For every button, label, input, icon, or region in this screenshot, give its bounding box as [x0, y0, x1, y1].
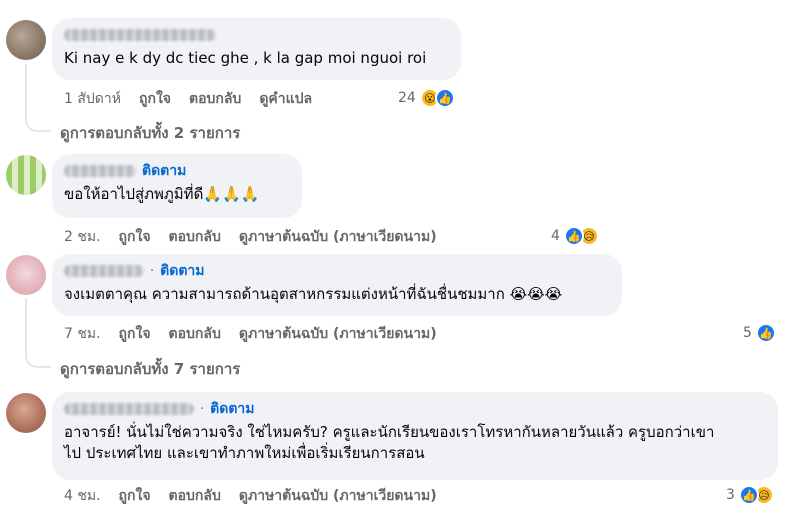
timestamp[interactable]: 7 ชม.	[64, 323, 101, 345]
comment-actions: 7 ชม. ถูกใจ ตอบกลับ ดูภาษาต้นฉบับ (ภาษาเ…	[64, 324, 437, 344]
reply-button[interactable]: ตอบกลับ	[169, 485, 221, 507]
reaction-count: 3	[726, 487, 735, 503]
reaction-summary[interactable]: 5 👍	[743, 322, 776, 344]
author-row: ติดตาม	[64, 162, 290, 180]
follow-link[interactable]: ติดตาม	[142, 160, 186, 182]
comment-text-line-2: ไป ประเทศไทย และเขาทำภาพใหม่เพื่อเริ่มเร…	[64, 444, 425, 462]
avatar[interactable]	[6, 255, 46, 295]
comment-text: จงเมตตาคุณ ความสามารถด้านอุตสาหกรรมแต่งห…	[64, 285, 563, 303]
view-replies-link[interactable]: ดูการตอบกลับทั้ง 2 รายการ	[60, 121, 240, 145]
author-row: · ติดตาม	[64, 262, 610, 280]
view-replies-label: ดูการตอบกลับทั้ง 2 รายการ	[60, 124, 241, 142]
author-row: · ติดตาม	[64, 400, 766, 418]
author-row	[64, 26, 449, 44]
see-original-button[interactable]: ดูภาษาต้นฉบับ (ภาษาเวียดนาม)	[239, 485, 437, 507]
reply-button[interactable]: ตอบกลับ	[189, 88, 241, 110]
like-icon: 👍	[755, 323, 776, 343]
author-name-redacted[interactable]	[64, 29, 216, 41]
comment-actions: 4 ชม. ถูกใจ ตอบกลับ ดูภาษาต้นฉบับ (ภาษาเ…	[64, 486, 437, 506]
see-translation-button[interactable]: ดูคำแปล	[259, 88, 312, 110]
author-name-redacted[interactable]	[64, 265, 144, 277]
avatar[interactable]	[6, 20, 46, 60]
follow-link[interactable]: ติดตาม	[160, 260, 204, 282]
like-icon: 👍	[434, 88, 455, 108]
separator-dot: ·	[150, 263, 155, 279]
view-replies-label: ดูการตอบกลับทั้ง 7 รายการ	[60, 360, 241, 378]
reply-button[interactable]: ตอบกลับ	[169, 323, 221, 345]
like-button[interactable]: ถูกใจ	[119, 226, 151, 248]
reaction-summary[interactable]: 3 👍 😥	[726, 484, 774, 506]
comment-actions: 1 สัปดาห์ ถูกใจ ตอบกลับ ดูคำแปล	[64, 89, 312, 109]
comment-bubble: Ki nay e k dy dc tiec ghe , k la gap moi…	[52, 18, 461, 80]
reaction-summary[interactable]: 4 👍 😥	[551, 225, 599, 247]
comment-bubble: · ติดตาม อาจารย์! นั่นไม่ใช่ความจริง ใช่…	[52, 392, 778, 480]
like-icon: 👍	[738, 485, 759, 505]
avatar[interactable]	[6, 393, 46, 433]
view-replies-link[interactable]: ดูการตอบกลับทั้ง 7 รายการ	[60, 357, 240, 381]
follow-link[interactable]: ติดตาม	[210, 398, 254, 420]
reaction-count: 5	[743, 325, 752, 341]
comment-bubble: ติดตาม ขอให้อาไปสู่ภพภูมิที่ดี🙏🙏🙏	[52, 154, 302, 218]
reaction-count: 4	[551, 228, 560, 244]
reaction-summary[interactable]: 24 😮 👍	[398, 87, 455, 109]
timestamp[interactable]: 1 สัปดาห์	[64, 88, 121, 110]
thread-connector	[25, 298, 51, 368]
timestamp[interactable]: 2 ชม.	[64, 226, 101, 248]
like-button[interactable]: ถูกใจ	[119, 323, 151, 345]
comment-text-line-1: อาจารย์! นั่นไม่ใช่ความจริง ใช่ไหมครับ? …	[64, 423, 715, 441]
separator-dot: ·	[200, 401, 205, 417]
comment-text: Ki nay e k dy dc tiec ghe , k la gap moi…	[64, 49, 427, 67]
like-icon: 👍	[563, 226, 584, 246]
comment-bubble: · ติดตาม จงเมตตาคุณ ความสามารถด้านอุตสาห…	[52, 254, 622, 316]
see-original-button[interactable]: ดูภาษาต้นฉบับ (ภาษาเวียดนาม)	[239, 323, 437, 345]
avatar[interactable]	[6, 155, 46, 195]
reply-button[interactable]: ตอบกลับ	[169, 226, 221, 248]
comment-actions: 2 ชม. ถูกใจ ตอบกลับ ดูภาษาต้นฉบับ (ภาษาเ…	[64, 227, 437, 247]
see-original-button[interactable]: ดูภาษาต้นฉบับ (ภาษาเวียดนาม)	[239, 226, 437, 248]
reaction-count: 24	[398, 90, 416, 106]
thread-connector	[25, 64, 51, 132]
timestamp[interactable]: 4 ชม.	[64, 485, 101, 507]
like-button[interactable]: ถูกใจ	[119, 485, 151, 507]
like-button[interactable]: ถูกใจ	[139, 88, 171, 110]
author-name-redacted[interactable]	[64, 403, 194, 415]
comment-text: ขอให้อาไปสู่ภพภูมิที่ดี🙏🙏🙏	[64, 185, 260, 203]
author-name-redacted[interactable]	[64, 165, 136, 177]
